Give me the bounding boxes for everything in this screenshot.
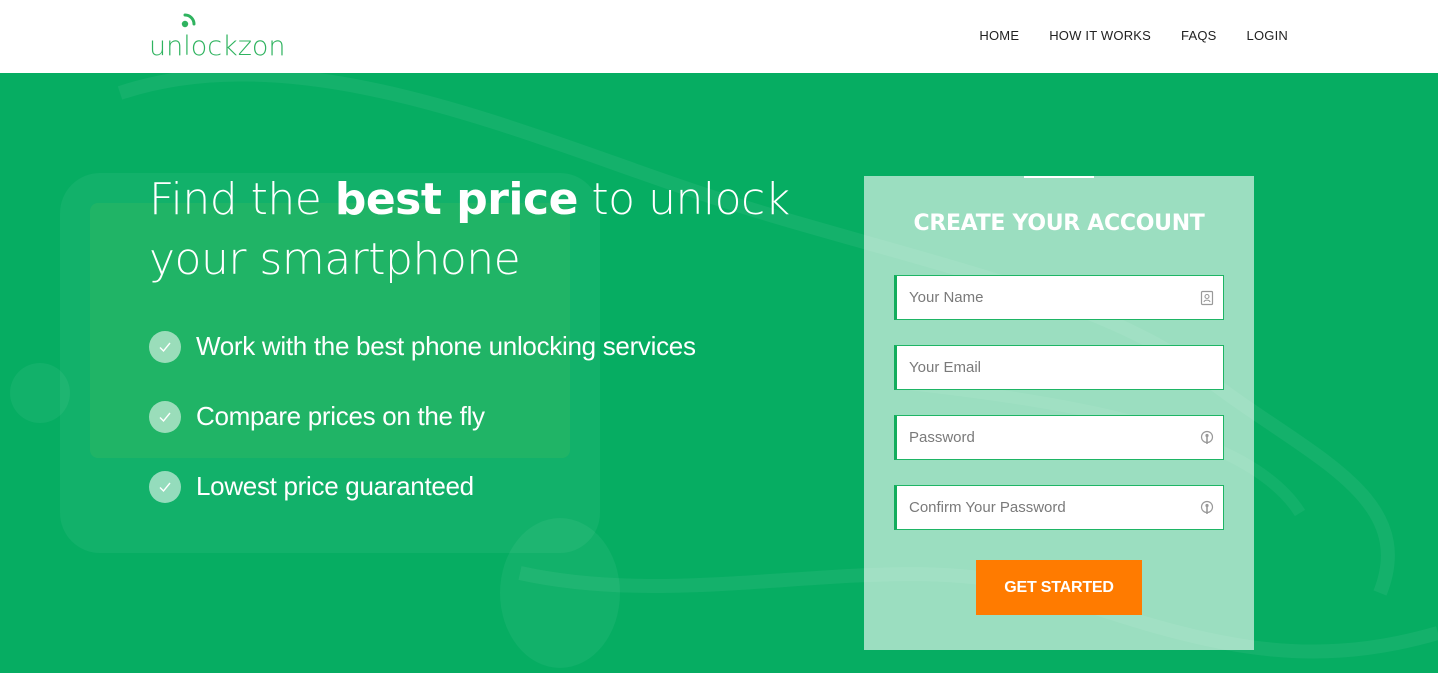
headline-text: Find the xyxy=(149,174,335,225)
check-icon xyxy=(149,330,181,363)
feature-text: Work with the best phone unlocking servi… xyxy=(196,331,696,361)
signal-icon xyxy=(181,13,196,28)
password-input[interactable] xyxy=(909,416,1194,459)
check-icon xyxy=(149,470,181,503)
nav-how-it-works[interactable]: HOW IT WORKS xyxy=(1049,28,1151,43)
feature-text: Lowest price guaranteed xyxy=(196,471,474,501)
key-icon xyxy=(1200,500,1214,514)
signup-form: CREATE YOUR ACCOUNT Your Name Your Email… xyxy=(864,176,1254,650)
contact-card-icon xyxy=(1200,290,1214,306)
hero-headline: Find the best price to unlock your smart… xyxy=(149,170,829,290)
list-item: Work with the best phone unlocking servi… xyxy=(149,330,696,363)
card-divider xyxy=(1024,176,1094,178)
get-started-button[interactable]: GET STARTED xyxy=(976,560,1142,615)
site-header: unlockzon HOME HOW IT WORKS FAQS LOGIN xyxy=(0,0,1438,73)
list-item: Lowest price guaranteed xyxy=(149,470,696,503)
brand-logo[interactable]: unlockzon xyxy=(149,10,299,62)
confirm-password-input[interactable] xyxy=(909,486,1194,529)
headline-emphasis: best price xyxy=(334,174,579,225)
main-nav: HOME HOW IT WORKS FAQS LOGIN xyxy=(979,28,1288,43)
brand-name: unlockzon xyxy=(149,31,286,62)
hero-section: Find the best price to unlock your smart… xyxy=(0,73,1438,673)
feature-text: Compare prices on the fly xyxy=(196,401,485,431)
check-icon xyxy=(149,400,181,433)
feature-list: Work with the best phone unlocking servi… xyxy=(149,330,696,540)
email-input[interactable] xyxy=(909,346,1194,389)
email-field xyxy=(894,345,1224,390)
confirm-password-field xyxy=(894,485,1224,530)
list-item: Compare prices on the fly xyxy=(149,400,696,433)
name-input[interactable] xyxy=(909,276,1194,319)
nav-login[interactable]: LOGIN xyxy=(1247,28,1288,43)
key-icon xyxy=(1200,430,1214,444)
nav-faqs[interactable]: FAQS xyxy=(1181,28,1216,43)
nav-home[interactable]: HOME xyxy=(979,28,1019,43)
password-field xyxy=(894,415,1224,460)
name-field xyxy=(894,275,1224,320)
form-title: CREATE YOUR ACCOUNT xyxy=(913,211,1205,236)
